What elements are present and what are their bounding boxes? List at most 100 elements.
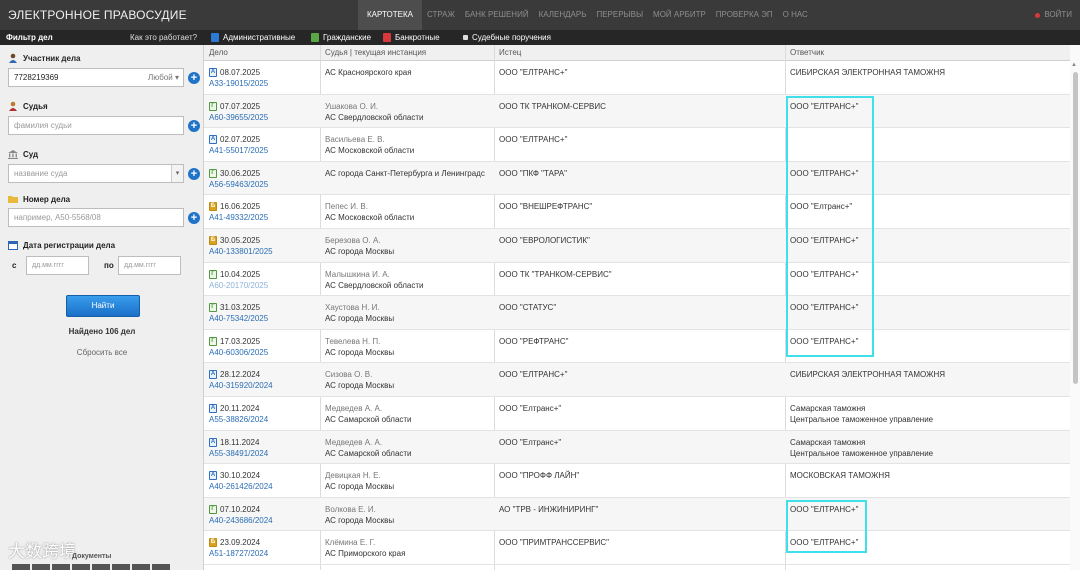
plaintiff-name[interactable]: ООО "Елтранс+" bbox=[499, 438, 784, 447]
plaintiff-name[interactable]: ООО "ПРОФФ ЛАЙН" bbox=[499, 471, 784, 480]
plaintiff-name[interactable]: АО "ТРВ - ИНЖИНИРИНГ" bbox=[499, 505, 784, 514]
judge-input[interactable]: фамилия судьи bbox=[8, 116, 184, 135]
plaintiff-name[interactable]: ООО "ЕЛТРАНС+" bbox=[499, 370, 784, 379]
add-participant-button[interactable]: + bbox=[188, 72, 200, 84]
case-number-link[interactable]: А40-75342/2025 bbox=[209, 314, 317, 323]
date-to-input[interactable]: дд.мм.гггг bbox=[118, 256, 181, 275]
case-number-link[interactable]: А60-39655/2025 bbox=[209, 113, 317, 122]
strip-segment bbox=[72, 564, 90, 570]
date-from-input[interactable]: дд.мм.гггг bbox=[26, 256, 89, 275]
table-row[interactable]: A 18.11.2024 А55-38491/2024 Медведев А. … bbox=[204, 430, 1070, 465]
judge-name: Девицкая Н. Е. bbox=[325, 471, 381, 481]
plaintiff-name[interactable]: ООО "ВНЕШРЕФТРАНС" bbox=[499, 202, 784, 211]
table-row[interactable]: Б 16.06.2025 А41-49332/2025 Пепес И. В. … bbox=[204, 195, 1070, 229]
add-judge-button[interactable]: + bbox=[188, 120, 200, 132]
plaintiff-name[interactable]: ООО "Елтранс+" bbox=[499, 404, 784, 413]
judge-name: Малышкина И. А. bbox=[325, 269, 390, 279]
defendant-name[interactable]: СИБИРСКАЯ ЭЛЕКТРОННАЯ ТАМОЖНЯ bbox=[790, 370, 1060, 379]
case-number-link[interactable]: А33-19015/2025 bbox=[209, 79, 317, 88]
reg-date-label-text: Дата регистрации дела bbox=[23, 240, 116, 250]
watermark-subtitle: Документы bbox=[72, 553, 112, 560]
scrollbar-thumb[interactable] bbox=[1073, 72, 1078, 384]
table-row[interactable]: Г 07.10.2024 А40-243686/2024 Волкова Е. … bbox=[204, 497, 1070, 532]
nav-proverka-ep[interactable]: ПРОВЕРКА ЭП bbox=[711, 0, 778, 30]
login-button[interactable]: ВОЙТИ bbox=[1035, 0, 1072, 30]
nav-pereryvy[interactable]: ПЕРЕРЫВЫ bbox=[591, 0, 648, 30]
defendant-name[interactable]: Центральное таможенное управление bbox=[790, 449, 1060, 458]
table-row[interactable]: Б 30.05.2025 А40-133801/2025 Березова О.… bbox=[204, 229, 1070, 263]
case-date: 20.11.2024 bbox=[220, 404, 260, 413]
table-row[interactable]: Г 07.07.2025 А60-39655/2025 Ушакова О. И… bbox=[204, 94, 1070, 129]
table-row[interactable]: A 20.11.2024 А55-38826/2024 Медведев А. … bbox=[204, 397, 1070, 431]
tab-administrative-label: Административные bbox=[223, 33, 296, 42]
case-number-link[interactable]: А40-315920/2024 bbox=[209, 381, 317, 390]
defendant-name[interactable]: Центральное таможенное управление bbox=[790, 415, 1060, 424]
participant-role-select[interactable]: Любой ▾ bbox=[148, 69, 179, 86]
plaintiff-name[interactable]: ООО ТК ТРАНКОМ-СЕРВИС bbox=[499, 102, 784, 111]
table-row[interactable]: A 30.10.2024 А40-261426/2024 Девицкая Н.… bbox=[204, 464, 1070, 498]
civil-case-icon: Г bbox=[209, 504, 217, 514]
table-row[interactable]: A 28.12.2024 А40-315920/2024 Сизова О. В… bbox=[204, 363, 1070, 397]
scroll-up-arrow-icon[interactable]: ▲ bbox=[1071, 62, 1077, 68]
found-count: Найдено 106 дел bbox=[68, 327, 136, 336]
table-row[interactable]: Г 17.03.2025 А40-60306/2025 Тевелева Н. … bbox=[204, 330, 1070, 364]
judge-label: Судья bbox=[8, 101, 48, 111]
plaintiff-name[interactable]: ООО "ЕЛТРАНС+" bbox=[499, 68, 784, 77]
case-number-link[interactable]: А55-38826/2024 bbox=[209, 415, 317, 424]
date-from-label: с bbox=[12, 261, 17, 270]
nav-bank-resheniy[interactable]: БАНК РЕШЕНИЙ bbox=[460, 0, 534, 30]
case-number-link[interactable]: А55-38491/2024 bbox=[209, 449, 317, 458]
add-court-button[interactable]: + bbox=[188, 168, 200, 180]
table-row[interactable]: A 02.07.2025 А41-55017/2025 Васильева Е.… bbox=[204, 128, 1070, 162]
defendant-name[interactable]: Самарская таможня bbox=[790, 438, 1060, 447]
nav-kartoteka[interactable]: КАРТОТЕКА bbox=[358, 0, 422, 30]
find-button[interactable]: Найти bbox=[66, 295, 140, 317]
case-number-link[interactable]: А40-261426/2024 bbox=[209, 482, 317, 491]
plaintiff-name[interactable]: ООО ТК "ТРАНКОМ-СЕРВИС" bbox=[499, 270, 784, 279]
nav-moy-arbitr[interactable]: МОЙ АРБИТР bbox=[648, 0, 711, 30]
case-number-link[interactable]: А41-55017/2025 bbox=[209, 146, 317, 155]
add-case-number-button[interactable]: + bbox=[188, 212, 200, 224]
case-number-link[interactable]: А41-49332/2025 bbox=[209, 213, 317, 222]
defendant-name[interactable]: МОСКОВСКАЯ ТАМОЖНЯ bbox=[790, 471, 1060, 480]
table-row[interactable]: Б 23.09.2024 А51-18727/2024 Клёмина Е. Г… bbox=[204, 531, 1070, 565]
case-number-link[interactable]: А51-18727/2024 bbox=[209, 549, 317, 558]
reset-all-link[interactable]: Сбросить все bbox=[0, 348, 204, 357]
case-number-input[interactable]: например, А50-5568/08 bbox=[8, 208, 184, 227]
tab-bankruptcy[interactable]: Банкротные bbox=[383, 33, 440, 42]
table-row[interactable]: Г 31.03.2025 А40-75342/2025 Хаустова Н. … bbox=[204, 296, 1070, 330]
table-row[interactable]: Г 10.04.2025 А60-20170/2025 Малышкина И.… bbox=[204, 263, 1070, 297]
case-number-link[interactable]: А40-60306/2025 bbox=[209, 348, 317, 357]
plaintiff-name[interactable]: ООО "РЕФТРАНС" bbox=[499, 337, 784, 346]
how-it-works-link[interactable]: Как это работает? bbox=[130, 33, 197, 42]
plaintiff-name[interactable]: ООО "ПРИМТРАНССЕРВИС" bbox=[499, 538, 784, 547]
case-number-link[interactable]: А40-133801/2025 bbox=[209, 247, 317, 256]
nav-strazh[interactable]: СТРАЖ bbox=[422, 0, 460, 30]
nav-kalendar[interactable]: КАЛЕНДАРЬ bbox=[534, 0, 592, 30]
plaintiff-name[interactable]: ООО "ПКФ "ТАРА" bbox=[499, 169, 784, 178]
tab-civil[interactable]: Гражданские bbox=[311, 33, 371, 42]
brand-title[interactable]: ЭЛЕКТРОННОЕ ПРАВОСУДИЕ bbox=[8, 8, 187, 22]
defendant-name[interactable]: Самарская таможня bbox=[790, 404, 1060, 413]
table-row[interactable]: Г 30.06.2025 А56-59463/2025 АС города Са… bbox=[204, 161, 1070, 196]
nav-o-nas[interactable]: О НАС bbox=[778, 0, 813, 30]
tab-administrative[interactable]: Административные bbox=[211, 33, 295, 42]
case-number-link[interactable]: А60-20170/2025 bbox=[209, 281, 317, 290]
defendant-name[interactable]: СИБИРСКАЯ ЭЛЕКТРОННАЯ ТАМОЖНЯ bbox=[790, 68, 1060, 77]
defendant-cell: Самарская таможня Центральное таможенное … bbox=[790, 438, 1060, 458]
defendant-cell: СИБИРСКАЯ ЭЛЕКТРОННАЯ ТАМОЖНЯ bbox=[790, 68, 1060, 77]
case-number-link[interactable]: А40-243686/2024 bbox=[209, 516, 317, 525]
court-name: АС Красноярского края bbox=[325, 68, 412, 77]
plaintiff-name[interactable]: ООО "ЕЛТРАНС+" bbox=[499, 135, 784, 144]
court-name: АС города Москвы bbox=[325, 515, 395, 525]
chevron-down-icon[interactable]: ▾ bbox=[171, 165, 183, 182]
case-number-link[interactable]: А56-59463/2025 bbox=[209, 180, 317, 189]
participant-input[interactable]: 7728219369 Любой ▾ bbox=[8, 68, 184, 87]
judge-cell: Хаустова Н. И. АС города Москвы bbox=[325, 303, 495, 323]
table-row[interactable]: A 08.07.2025 А33-19015/2025 АС Красноярс… bbox=[204, 61, 1070, 95]
tab-court-orders[interactable]: Судебные поручения bbox=[463, 33, 551, 42]
judge-name: Сизова О. В. bbox=[325, 370, 373, 380]
plaintiff-name[interactable]: ООО "ЕВРОЛОГИСТИК" bbox=[499, 236, 784, 245]
court-select[interactable]: название суда ▾ bbox=[8, 164, 184, 183]
plaintiff-name[interactable]: ООО "СТАТУС" bbox=[499, 303, 784, 312]
